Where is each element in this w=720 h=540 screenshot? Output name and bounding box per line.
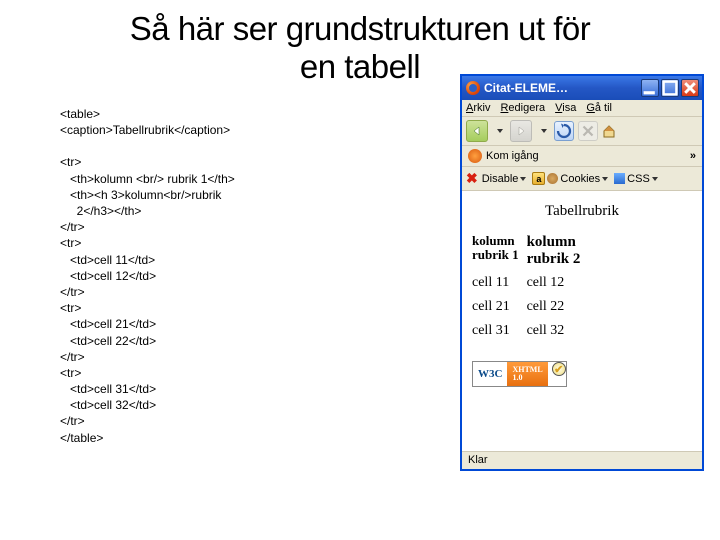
menu-redigera[interactable]: Redigera <box>500 102 545 114</box>
back-dropdown[interactable] <box>492 120 506 142</box>
bookmark-icon <box>468 149 482 163</box>
window-title: Citat-ELEME… <box>484 81 641 95</box>
menu-bar: Arkiv Redigera Visa Gå til <box>462 100 702 117</box>
back-button[interactable] <box>466 120 488 142</box>
rendered-table: kolumnrubrik 1 kolumnrubrik 2 cell 11cel… <box>472 232 588 341</box>
title-line-2: en tabell <box>300 48 420 85</box>
menu-visa[interactable]: Visa <box>555 102 576 114</box>
title-line-1: Så här ser grundstrukturen ut för <box>130 10 590 47</box>
forward-dropdown[interactable] <box>536 120 550 142</box>
minimize-button[interactable] <box>641 79 659 97</box>
w3c-check-icon: ✔ <box>552 362 566 376</box>
table-row: cell 21cell 22 <box>472 293 588 317</box>
webdev-toolbar: ✖ Disable aCookies CSS <box>462 167 702 191</box>
home-icon[interactable] <box>602 124 616 138</box>
css-icon <box>614 173 625 184</box>
reload-button[interactable] <box>554 121 574 141</box>
status-bar: Klar <box>462 451 702 469</box>
disable-icon: ✖ <box>466 170 478 187</box>
html-code-sample: <table> <caption>Tabellrubrik</caption> … <box>60 86 360 446</box>
bookmark-overflow[interactable]: » <box>690 150 696 162</box>
titlebar: Citat-ELEME… <box>462 76 702 100</box>
firefox-icon <box>466 81 480 95</box>
browser-window: Citat-ELEME… Arkiv Redigera Visa Gå til <box>460 74 704 471</box>
forward-button[interactable] <box>510 120 532 142</box>
cookies-icon: a <box>532 172 545 185</box>
col-header-2: kolumnrubrik 2 <box>527 232 589 269</box>
tool-disable[interactable]: Disable <box>482 173 527 185</box>
w3c-xhtml-text: XHTML1.0 <box>507 362 547 386</box>
bookmark-kom-igang[interactable]: Kom igång <box>486 150 539 162</box>
slide-title: Så här ser grundstrukturen ut för en tab… <box>0 0 720 86</box>
w3c-validator-badge[interactable]: W3C XHTML1.0 ✔ <box>472 361 567 387</box>
tool-cookies[interactable]: aCookies <box>532 172 608 185</box>
w3c-text: W3C <box>473 362 507 386</box>
bookmark-bar: Kom igång » <box>462 146 702 167</box>
page-viewport: Tabellrubrik kolumnrubrik 1 kolumnrubrik… <box>462 191 702 451</box>
status-text: Klar <box>468 454 488 466</box>
close-button[interactable] <box>681 79 699 97</box>
nav-toolbar <box>462 117 702 146</box>
maximize-button[interactable] <box>661 79 679 97</box>
menu-ga-til[interactable]: Gå til <box>586 102 612 114</box>
menu-arkiv[interactable]: Arkiv <box>466 102 490 114</box>
col-header-1: kolumnrubrik 1 <box>472 232 527 269</box>
stop-button[interactable] <box>578 121 598 141</box>
cookie-icon <box>547 173 558 184</box>
table-row: cell 31cell 32 <box>472 317 588 341</box>
table-row: cell 11cell 12 <box>472 269 588 293</box>
tool-css[interactable]: CSS <box>614 173 658 185</box>
table-caption: Tabellrubrik <box>472 203 692 220</box>
